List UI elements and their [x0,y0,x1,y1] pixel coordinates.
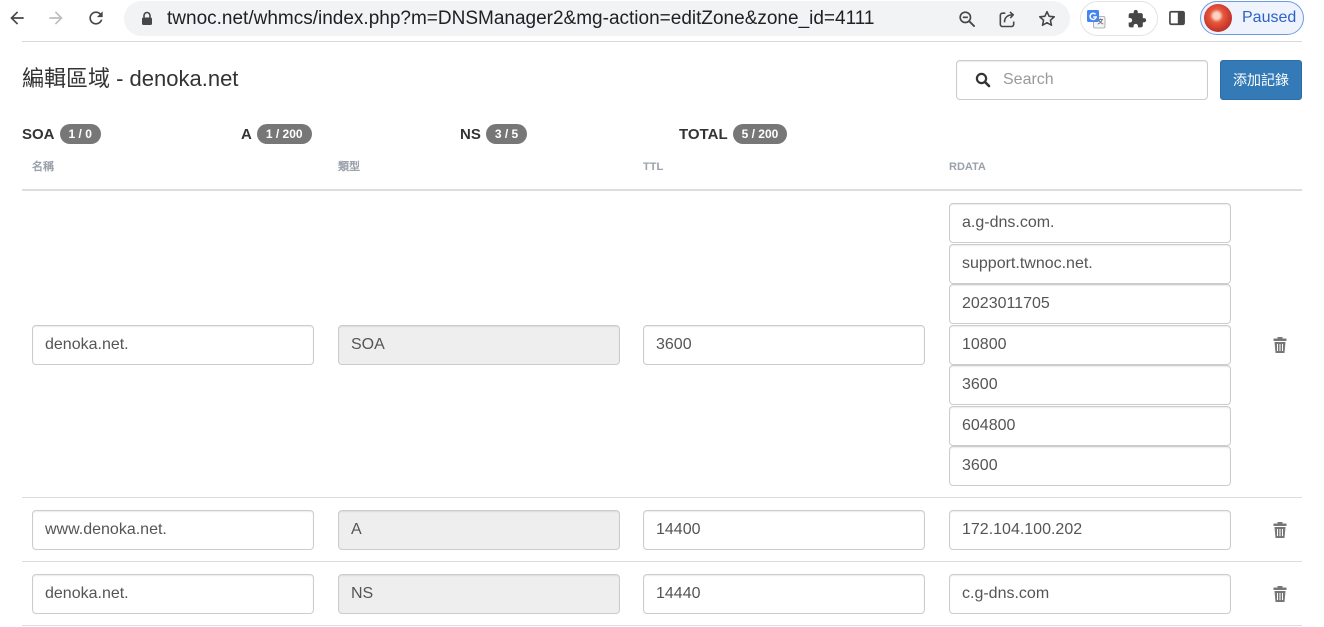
ttl-cell [633,574,939,614]
stat-label: A [241,125,252,143]
record-stats: SOA 1 / 0 A 1 / 200 NS 3 / 5 TOTAL 5 / 2… [22,123,898,145]
lock-icon[interactable] [141,11,153,26]
address-bar[interactable]: twnoc.net/whmcs/index.php?m=DNSManager2&… [124,1,1070,36]
type-cell [328,574,633,614]
record-name-input[interactable] [32,510,314,550]
record-row [22,191,1302,498]
record-type-field [338,324,620,365]
record-ttl-input[interactable] [643,510,925,550]
delete-record-button[interactable] [1273,586,1288,603]
add-record-button[interactable]: 添加記錄 [1220,60,1302,100]
browser-toolbar: twnoc.net/whmcs/index.php?m=DNSManager2&… [0,0,1324,40]
profile-status-label: Paused [1242,9,1297,26]
column-header-ttl: TTL [643,161,664,173]
record-row [22,498,1302,562]
record-rdata-input[interactable] [949,243,1231,284]
side-panel-icon[interactable] [1167,8,1187,28]
record-row [22,562,1302,626]
record-rdata-input[interactable] [949,510,1231,550]
share-icon[interactable] [997,9,1017,29]
stat-badge: 1 / 0 [59,124,101,144]
stat-badge: 5 / 200 [732,124,788,144]
record-rdata-input[interactable] [949,365,1231,405]
forward-arrow-icon [49,11,63,25]
stat-label: SOA [22,125,55,143]
reload-icon[interactable] [86,8,106,28]
search-box [956,60,1208,100]
record-rdata-input[interactable] [949,324,1231,365]
record-rdata-input[interactable] [949,203,1231,243]
trash-icon [1273,336,1287,353]
stat-label: TOTAL [679,125,728,143]
ttl-cell [633,324,939,365]
url-text[interactable]: twnoc.net/whmcs/index.php?m=DNSManager2&… [167,1,874,36]
actions-cell [1243,586,1302,603]
type-cell [328,324,633,365]
extensions-group [1080,1,1158,36]
star-icon[interactable] [1037,9,1057,29]
panel-divider [22,41,1302,42]
stat-badge: 3 / 5 [485,124,528,144]
rdata-cell [939,510,1243,550]
record-type-field [338,510,620,550]
zoom-icon[interactable] [957,9,977,29]
trash-icon [1273,522,1287,538]
name-cell [22,324,328,365]
record-rdata-input[interactable] [949,446,1231,486]
profile-avatar [1204,4,1232,32]
stat-ns: NS 3 / 5 [460,123,679,145]
record-rdata-input[interactable] [949,284,1231,324]
stat-badge: 1 / 200 [256,124,312,144]
delete-record-button[interactable] [1273,336,1288,353]
search-icon [975,72,991,88]
actions-cell [1243,522,1302,539]
record-rdata-input[interactable] [949,405,1231,446]
records-table-body [22,191,1302,626]
back-arrow-icon[interactable] [7,8,27,28]
record-ttl-input[interactable] [643,574,925,614]
ttl-cell [633,510,939,550]
extensions-puzzle-icon[interactable] [1127,9,1147,29]
stat-total: TOTAL 5 / 200 [679,123,898,145]
record-rdata-input[interactable] [949,574,1231,614]
column-header-rdata: RDATA [949,161,986,173]
column-header-type: 類型 [338,161,360,173]
stat-soa: SOA 1 / 0 [22,123,241,145]
column-header-name: 名稱 [32,161,54,173]
record-ttl-input[interactable] [643,324,925,365]
record-name-input[interactable] [32,324,314,365]
column-header-actions [1243,152,1302,189]
name-cell [22,510,328,550]
record-type-field [338,574,620,614]
stat-a: A 1 / 200 [241,123,460,145]
rdata-cell [939,574,1243,614]
table-header: 名稱 類型 TTL RDATA [22,152,1302,191]
type-cell [328,510,633,550]
profile-button[interactable]: Paused [1200,1,1304,35]
rdata-cell [939,203,1243,486]
page-title: 編輯區域 - denoka.net [22,66,239,91]
stat-label: NS [460,125,481,143]
translate-icon[interactable] [1086,9,1106,29]
name-cell [22,574,328,614]
trash-icon [1273,586,1287,602]
search-input[interactable] [956,60,1208,100]
record-name-input[interactable] [32,574,314,614]
delete-record-button[interactable] [1273,522,1288,539]
actions-cell [1243,336,1302,353]
